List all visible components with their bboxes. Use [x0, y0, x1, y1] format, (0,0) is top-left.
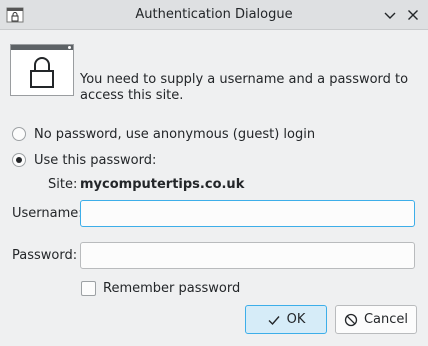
chevron-down-icon[interactable] [381, 6, 399, 24]
remember-password-label: Remember password [103, 280, 241, 296]
auth-message: You need to supply a username and a pass… [80, 72, 409, 103]
password-field[interactable] [80, 242, 415, 269]
use-password-radio[interactable]: Use this password: [12, 151, 156, 169]
lock-image [10, 44, 74, 96]
ok-button-label: OK [286, 312, 306, 327]
remember-password-checkbox[interactable] [81, 280, 96, 296]
radio-button[interactable] [12, 127, 26, 141]
cancel-button-label: Cancel [363, 312, 409, 327]
password-label: Password: [12, 248, 78, 263]
anonymous-login-radio[interactable]: No password, use anonymous (guest) login [12, 125, 315, 143]
site-value: mycomputertips.co.uk [80, 177, 245, 192]
use-password-label: Use this password: [34, 152, 157, 168]
cancel-icon [344, 313, 358, 326]
username-field[interactable] [80, 200, 415, 227]
site-label: Site: [48, 177, 78, 192]
username-label: Username: [12, 206, 83, 221]
ok-button[interactable]: OK [245, 305, 327, 334]
radio-button-checked[interactable] [12, 153, 26, 167]
title-bar[interactable]: Authentication Dialogue [0, 0, 428, 30]
window-title: Authentication Dialogue [135, 7, 293, 22]
anonymous-login-label: No password, use anonymous (guest) login [34, 126, 316, 142]
close-icon[interactable] [404, 6, 422, 24]
lock-icon [30, 57, 54, 88]
checkmark-icon [268, 315, 280, 325]
remember-password-checkbox-row[interactable]: Remember password [81, 279, 240, 297]
cancel-button[interactable]: Cancel [335, 305, 417, 334]
